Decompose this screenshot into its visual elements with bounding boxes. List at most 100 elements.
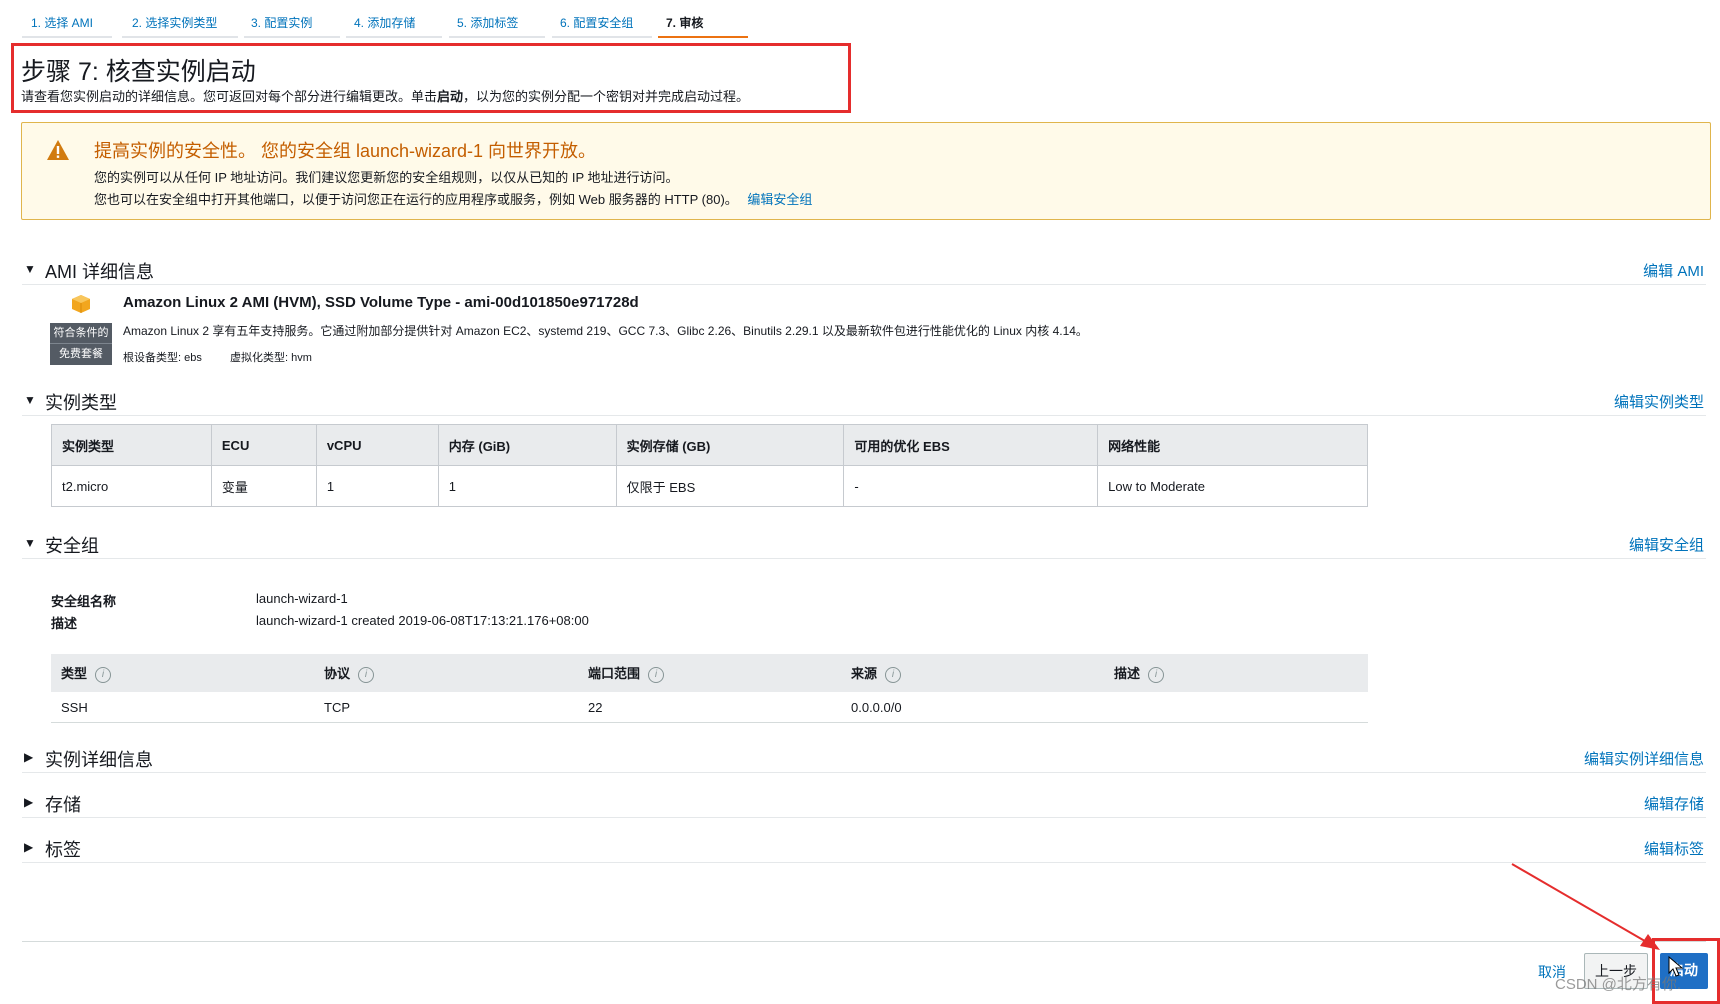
ami-virtualization: 虚拟化类型: hvm bbox=[230, 352, 312, 364]
column-label: 类型 bbox=[61, 666, 88, 682]
sg-desc-value: launch-wizard-1 created 2019-06-08T17:13… bbox=[256, 613, 589, 628]
column-header: vCPU bbox=[315, 424, 439, 466]
section-security-group[interactable]: ▼ 安全组 编辑安全组 bbox=[22, 530, 1706, 559]
tab-review[interactable]: 7. 审核 bbox=[666, 14, 703, 31]
tab-underline bbox=[552, 36, 652, 38]
ami-name: Amazon Linux 2 AMI (HVM), SSD Volume Typ… bbox=[123, 294, 639, 311]
tab-add-tags[interactable]: 5. 添加标签 bbox=[457, 14, 518, 31]
security-warning: 提高实例的安全性。 您的安全组 launch-wizard-1 向世界开放。 您… bbox=[21, 122, 1711, 220]
column-header: ECU bbox=[210, 424, 317, 466]
column-label: 来源 bbox=[851, 666, 878, 682]
table-header-row: 类型 i 协议 i 端口范围 i 来源 i 描述 i bbox=[51, 654, 1368, 692]
section-title: 实例类型 bbox=[45, 393, 117, 413]
section-ami[interactable]: ▼ AMI 详细信息 编辑 AMI bbox=[22, 256, 1706, 285]
warning-icon bbox=[47, 140, 69, 160]
tab-add-storage[interactable]: 4. 添加存储 bbox=[354, 14, 415, 31]
table-cell: 1 bbox=[315, 465, 439, 507]
desc-bold: 启动 bbox=[437, 89, 464, 104]
page-description: 请查看您实例启动的详细信息。您可返回对每个部分进行编辑更改。单击启动，以为您的实… bbox=[21, 86, 749, 105]
section-storage[interactable]: ▶ 存储 编辑存储 bbox=[22, 789, 1706, 818]
wizard-tabs: 1. 选择 AMI 2. 选择实例类型 3. 配置实例 4. 添加存储 5. 添… bbox=[0, 0, 1720, 44]
info-icon[interactable]: i bbox=[358, 666, 375, 683]
caret-right-icon[interactable]: ▶ bbox=[24, 795, 33, 809]
table-cell: t2.micro bbox=[51, 465, 212, 507]
sg-name-label: 安全组名称 bbox=[51, 594, 117, 609]
warning-title: 提高实例的安全性。 您的安全组 launch-wizard-1 向世界开放。 bbox=[94, 141, 597, 161]
tab-underline bbox=[346, 36, 442, 38]
caret-right-icon[interactable]: ▶ bbox=[24, 840, 33, 854]
table-row: t2.micro 变量 1 1 仅限于 EBS - Low to Moderat… bbox=[51, 465, 1368, 507]
table-cell: 1 bbox=[437, 465, 617, 507]
tab-choose-ami[interactable]: 1. 选择 AMI bbox=[31, 14, 93, 31]
column-header: 端口范围 i bbox=[578, 654, 841, 692]
tab-underline bbox=[449, 36, 545, 38]
tab-configure-instance[interactable]: 3. 配置实例 bbox=[251, 14, 312, 31]
column-label: 端口范围 bbox=[588, 666, 641, 682]
section-instance-details[interactable]: ▶ 实例详细信息 编辑实例详细信息 bbox=[22, 744, 1706, 773]
table-cell bbox=[1104, 692, 1368, 723]
page-title: 步骤 7: 核查实例启动 bbox=[21, 58, 256, 86]
watermark: CSDN @北方有你. bbox=[1555, 976, 1682, 993]
column-header: 协议 i bbox=[314, 654, 578, 692]
free-tier-badge: 符合条件的 免费套餐 bbox=[50, 323, 112, 365]
tab-configure-security-group[interactable]: 6. 配置安全组 bbox=[560, 14, 633, 31]
caret-down-icon[interactable]: ▼ bbox=[24, 536, 36, 550]
edit-instance-details-link[interactable]: 编辑实例详细信息 bbox=[1584, 748, 1704, 769]
tab-underline bbox=[244, 36, 340, 38]
caret-right-icon[interactable]: ▶ bbox=[24, 750, 33, 764]
column-header: 实例类型 bbox=[51, 424, 212, 466]
warning-line: 您也可以在安全组中打开其他端口，以便于访问您正在运行的应用程序或服务，例如 We… bbox=[94, 189, 812, 208]
info-icon[interactable]: i bbox=[648, 666, 665, 683]
badge-line: 符合条件的 bbox=[53, 327, 109, 339]
column-label: 描述 bbox=[1114, 666, 1141, 682]
table-header-row: 实例类型 ECU vCPU 内存 (GiB) 实例存储 (GB) 可用的优化 E… bbox=[51, 424, 1368, 466]
table-cell: 22 bbox=[578, 692, 841, 723]
info-icon[interactable]: i bbox=[95, 666, 112, 683]
security-rules-table: 类型 i 协议 i 端口范围 i 来源 i 描述 i SSH TCP 22 0.0.0.0… bbox=[51, 654, 1368, 723]
ami-description: Amazon Linux 2 享有五年支持服务。它通过附加部分提供针对 Amaz… bbox=[123, 324, 1088, 338]
tab-underline bbox=[22, 36, 112, 38]
column-header: 类型 i bbox=[51, 654, 314, 692]
column-header: 实例存储 (GB) bbox=[615, 424, 845, 466]
table-cell: 变量 bbox=[210, 465, 317, 507]
sg-name-value: launch-wizard-1 bbox=[256, 591, 348, 606]
edit-ami-link[interactable]: 编辑 AMI bbox=[1643, 260, 1704, 281]
table-cell: - bbox=[843, 465, 1099, 507]
section-title: AMI 详细信息 bbox=[45, 262, 155, 282]
edit-storage-link[interactable]: 编辑存储 bbox=[1644, 793, 1704, 814]
edit-tags-link[interactable]: 编辑标签 bbox=[1644, 838, 1704, 859]
warning-text: 您也可以在安全组中打开其他端口，以便于访问您正在运行的应用程序或服务，例如 We… bbox=[94, 192, 738, 207]
desc-text: ，以为您的实例分配一个密钥对并完成启动过程。 bbox=[463, 89, 750, 104]
warning-line: 您的实例可以从任何 IP 地址访问。我们建议您更新您的安全组规则，以仅从已知的 … bbox=[94, 170, 679, 185]
info-icon[interactable]: i bbox=[1148, 666, 1165, 683]
caret-down-icon[interactable]: ▼ bbox=[24, 393, 36, 407]
table-cell: SSH bbox=[51, 692, 314, 723]
tab-choose-instance-type[interactable]: 2. 选择实例类型 bbox=[132, 14, 217, 31]
section-title: 标签 bbox=[45, 840, 81, 860]
table-cell: 0.0.0.0/0 bbox=[841, 692, 1104, 723]
table-cell: TCP bbox=[314, 692, 578, 723]
edit-instance-type-link[interactable]: 编辑实例类型 bbox=[1614, 391, 1704, 412]
ami-box-icon bbox=[72, 295, 90, 313]
footer-divider bbox=[22, 941, 1706, 942]
column-header: 可用的优化 EBS bbox=[843, 424, 1099, 466]
instance-type-table: 实例类型 ECU vCPU 内存 (GiB) 实例存储 (GB) 可用的优化 E… bbox=[51, 424, 1368, 507]
section-title: 存储 bbox=[45, 795, 81, 815]
info-icon[interactable]: i bbox=[885, 666, 902, 683]
section-title: 实例详细信息 bbox=[45, 750, 153, 770]
column-header: 内存 (GiB) bbox=[437, 424, 617, 466]
table-row: SSH TCP 22 0.0.0.0/0 bbox=[51, 692, 1368, 723]
column-header: 描述 i bbox=[1104, 654, 1368, 692]
section-tags[interactable]: ▶ 标签 编辑标签 bbox=[22, 834, 1706, 863]
column-header: 来源 i bbox=[841, 654, 1104, 692]
column-label: 协议 bbox=[324, 666, 351, 682]
tab-underline bbox=[122, 36, 238, 38]
column-header: 网络性能 bbox=[1097, 424, 1368, 466]
edit-security-group-link[interactable]: 编辑安全组 bbox=[1629, 534, 1704, 555]
table-cell: Low to Moderate bbox=[1097, 465, 1368, 507]
table-cell: 仅限于 EBS bbox=[615, 465, 845, 507]
section-instance-type[interactable]: ▼ 实例类型 编辑实例类型 bbox=[22, 387, 1706, 416]
caret-down-icon[interactable]: ▼ bbox=[24, 262, 36, 276]
edit-security-group-link[interactable]: 编辑安全组 bbox=[747, 192, 812, 207]
sg-desc-label: 描述 bbox=[51, 616, 78, 631]
